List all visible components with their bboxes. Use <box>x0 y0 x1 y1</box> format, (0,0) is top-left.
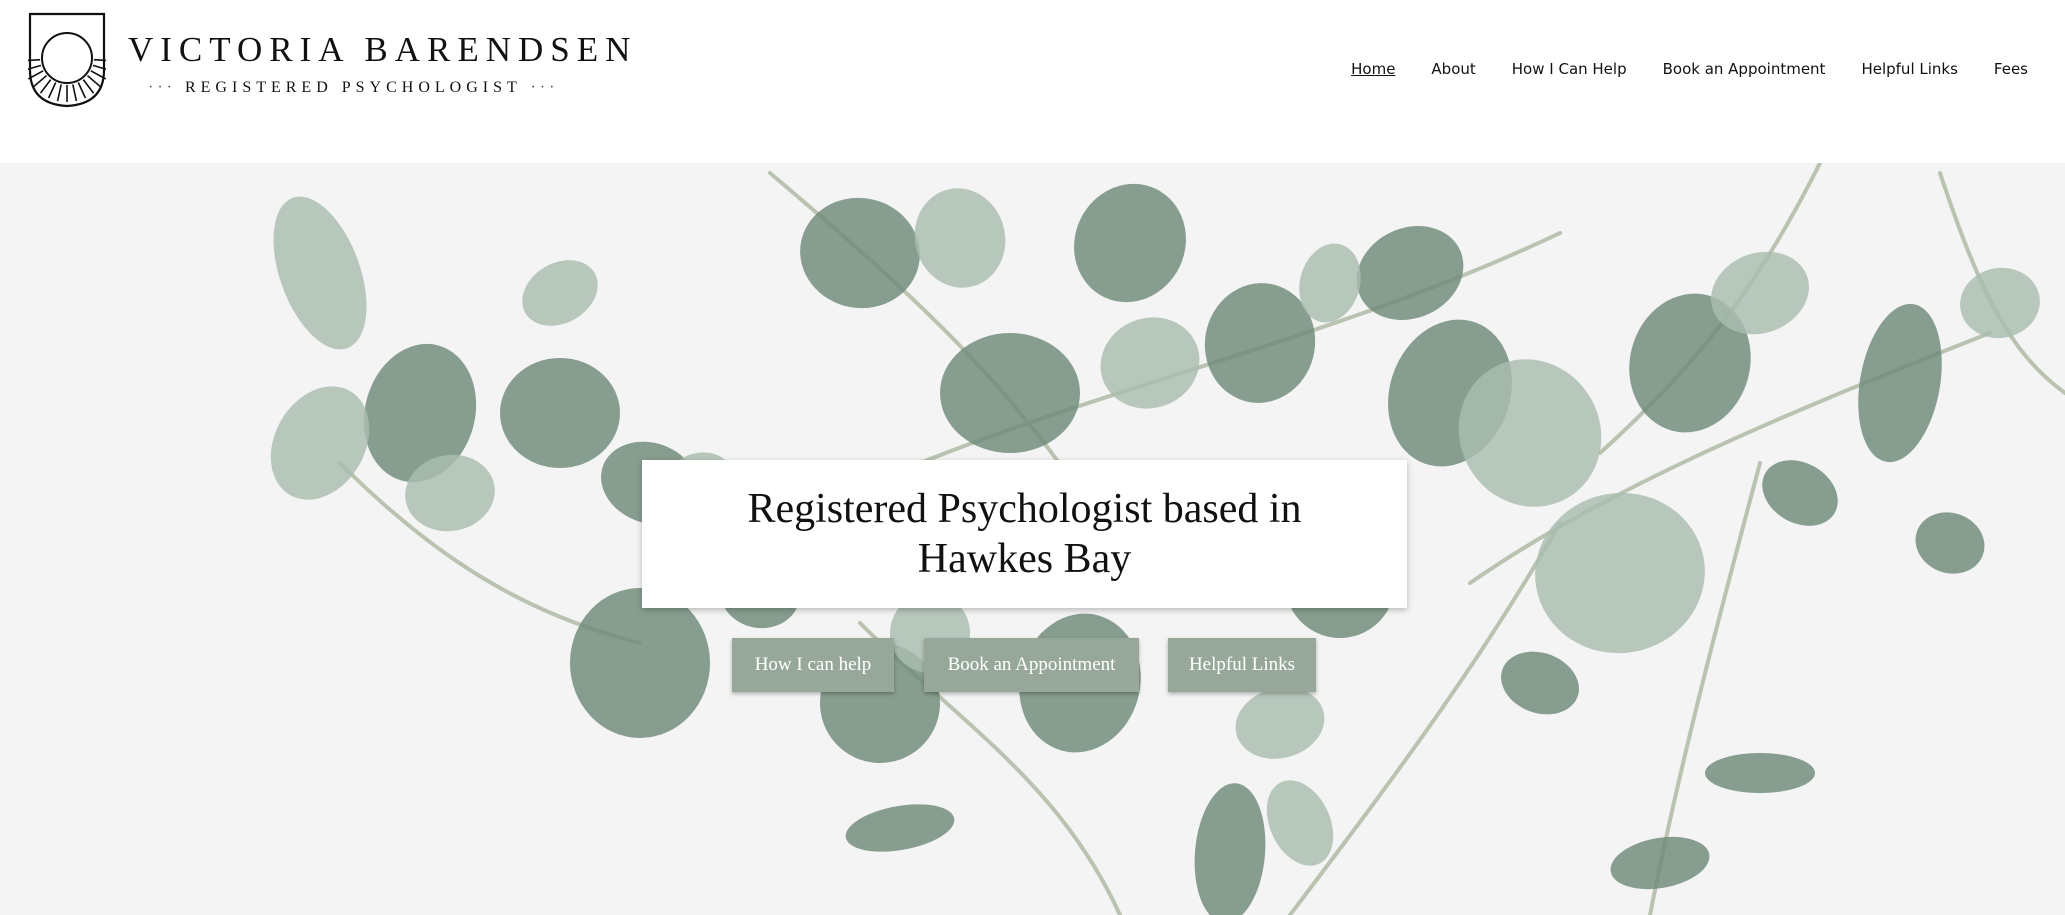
subtitle-dots-left: ··· <box>148 79 176 96</box>
site-header: VICTORIA BARENDSEN ··· REGISTERED PSYCHO… <box>0 0 2065 163</box>
subtitle-dots-right: ··· <box>530 79 559 96</box>
nav-item-fees[interactable]: Fees <box>1994 60 2028 78</box>
eucalyptus-leaf <box>1762 460 1838 526</box>
eucalyptus-leaf <box>914 188 1006 288</box>
eucalyptus-leaf <box>845 804 955 852</box>
hero-title: Registered Psychologist based in Hawkes … <box>747 486 1302 582</box>
hero-button-row: How I can help Book an Appointment Helpf… <box>0 638 2065 694</box>
eucalyptus-leaf <box>1858 303 1942 463</box>
how-i-can-help-button[interactable]: How I can help <box>732 638 894 692</box>
nav-item-home[interactable]: Home <box>1351 60 1395 78</box>
eucalyptus-leaf <box>500 358 620 468</box>
eucalyptus-leaf <box>1705 753 1815 793</box>
nav-item-how-i-can-help[interactable]: How I Can Help <box>1512 60 1627 78</box>
eucalyptus-leaf <box>1356 226 1464 320</box>
hero-section: Registered Psychologist based in Hawkes … <box>0 163 2065 915</box>
eucalyptus-leaf <box>1100 317 1200 409</box>
eucalyptus-leaf <box>1960 267 2040 339</box>
brand-subtitle-text: REGISTERED PSYCHOLOGIST <box>184 79 522 96</box>
brand-name: VICTORIA BARENDSEN <box>128 30 638 69</box>
nav-item-book-appointment[interactable]: Book an Appointment <box>1663 60 1826 78</box>
eucalyptus-leaf <box>273 196 367 350</box>
book-appointment-button[interactable]: Book an Appointment <box>924 638 1139 692</box>
sun-shield-logo-icon <box>28 12 106 108</box>
nav-item-about[interactable]: About <box>1431 60 1475 78</box>
brand-subtitle: ··· REGISTERED PSYCHOLOGIST ··· <box>148 79 588 97</box>
site-logo[interactable]: VICTORIA BARENDSEN ··· REGISTERED PSYCHO… <box>28 12 630 112</box>
eucalyptus-leaf <box>1194 783 1266 915</box>
eucalyptus-leaf <box>1074 183 1186 303</box>
eucalyptus-leaf <box>522 260 598 326</box>
nav-item-helpful-links[interactable]: Helpful Links <box>1861 60 1957 78</box>
eucalyptus-leaf <box>1610 836 1710 890</box>
eucalyptus-leaf <box>1915 512 1985 574</box>
eucalyptus-leaf <box>940 333 1080 453</box>
hero-title-card: Registered Psychologist based in Hawkes … <box>642 460 1407 608</box>
helpful-links-button[interactable]: Helpful Links <box>1168 638 1316 692</box>
main-nav: Home About How I Can Help Book an Appoin… <box>1351 58 2065 80</box>
